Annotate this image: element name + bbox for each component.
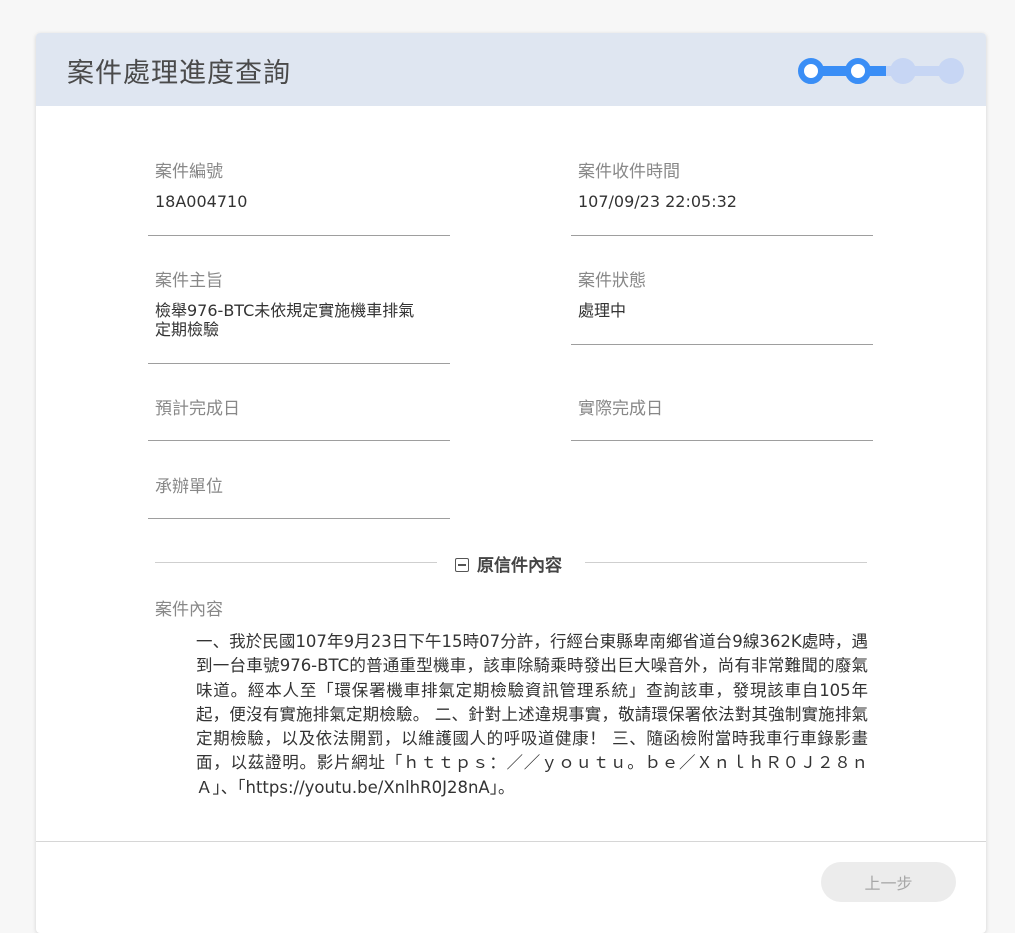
case-content-label: 案件內容 [155,600,223,620]
actual-completion-label: 實際完成日 [578,399,663,419]
divider-line-right [585,562,867,563]
case-content-text: 一、我於民國107年9月23日下午15時07分許，行經台東縣卑南鄉省道台9線36… [196,632,868,797]
original-letter-toggle[interactable]: 原信件內容 [455,551,562,576]
prev-step-button[interactable]: 上一步 [821,862,956,902]
divider-line-left [155,562,437,563]
case-progress-card: 案件處理進度查詢 案件編號 18A004710 案件收件時間 107/09/23… [36,33,986,933]
expected-completion-label: 預計完成日 [155,399,240,419]
case-number-value: 18A004710 [155,192,248,211]
field-underline [571,440,873,441]
step-3-dot [890,58,916,84]
field-underline [148,440,450,441]
received-time-value: 107/09/23 22:05:32 [578,192,737,211]
collapse-icon[interactable] [455,558,469,572]
step-4-dot [938,58,964,84]
case-number-field: 案件編號 18A004710 [148,153,450,237]
field-underline [148,235,450,236]
original-letter-title: 原信件內容 [477,556,562,576]
step-2-dot [845,58,871,84]
expected-completion-field: 預計完成日 [148,390,450,442]
original-letter-divider: 原信件內容 [155,549,867,576]
received-time-field: 案件收件時間 107/09/23 22:05:32 [571,153,873,237]
status-value: 處理中 [578,301,627,320]
card-header: 案件處理進度查詢 [36,33,986,106]
subject-value-line-1: 檢舉976-BTC未依規定實施機車排氣 [155,301,415,320]
case-number-label: 案件編號 [155,162,223,182]
field-underline [148,363,450,364]
footer-divider [36,841,986,842]
actual-completion-field: 實際完成日 [571,390,873,442]
field-underline [571,344,873,345]
field-underline [148,518,450,519]
page-title: 案件處理進度查詢 [67,58,291,89]
field-underline [571,235,873,236]
subject-value: 檢舉976-BTC未依規定實施機車排氣 定期檢驗 [155,301,440,339]
subject-label: 案件主旨 [155,271,223,291]
status-label: 案件狀態 [578,271,646,291]
handling-unit-field: 承辦單位 [148,468,450,520]
received-time-label: 案件收件時間 [578,162,680,182]
subject-value-line-2: 定期檢驗 [155,320,220,339]
handling-unit-label: 承辦單位 [155,477,223,497]
step-1-dot [798,58,824,84]
subject-field: 案件主旨 檢舉976-BTC未依規定實施機車排氣 定期檢驗 [148,262,450,365]
status-field: 案件狀態 處理中 [571,262,873,346]
progress-stepper [798,55,968,87]
